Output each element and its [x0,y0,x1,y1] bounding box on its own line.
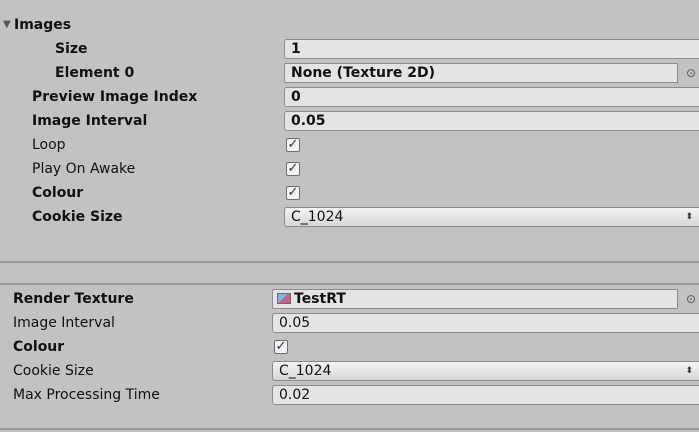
size-field[interactable]: 1 [284,39,699,59]
preview-index-label: Preview Image Index [32,89,198,105]
cookie-size-dropdown[interactable]: C_1024 ⬍ [284,207,699,227]
max-processing-label: Max Processing Time [13,387,160,403]
image-interval-label: Image Interval [32,113,148,129]
colour-label: Colour [32,185,84,201]
cookie-size-row: Cookie Size C_1024 ⬍ [0,205,699,229]
image-interval-row: Image Interval 0.05 [0,109,699,133]
loop-row: Loop ✓ [0,133,699,157]
loop-label: Loop [32,137,66,153]
inspector-panel-images: ▼ Images Size 1 Element 0 None (Texture … [0,13,699,263]
play-on-awake-label: Play On Awake [32,161,136,177]
up-down-arrows-icon: ⬍ [685,366,693,376]
colour-checkbox[interactable]: ✓ [286,186,300,200]
checkmark-icon: ✓ [275,339,287,354]
image-interval-field[interactable]: 0.05 [284,111,699,131]
colour-row-2: Colour ✓ [0,335,699,359]
object-picker-icon[interactable]: ⊙ [683,65,699,81]
cookie-size-dropdown-2[interactable]: C_1024 ⬍ [272,361,699,381]
preview-index-field[interactable]: 0 [284,87,699,107]
image-interval-row-2: Image Interval 0.05 [0,311,699,335]
images-foldout-row[interactable]: ▼ Images [0,13,699,37]
render-texture-label: Render Texture [13,291,134,307]
colour-checkbox-2[interactable]: ✓ [274,340,288,354]
inspector-panel-render: Render Texture TestRT ⊙ Image Interval 0… [0,283,699,432]
images-header[interactable]: Images [14,13,71,37]
size-label: Size [55,41,88,57]
colour-label-2: Colour [13,339,65,355]
checkmark-icon: ✓ [287,161,299,176]
max-processing-row: Max Processing Time 0.02 [0,383,699,407]
element0-label: Element 0 [55,65,135,81]
max-processing-field[interactable]: 0.02 [272,385,699,405]
render-texture-object-field[interactable]: TestRT [272,289,678,309]
render-texture-value: TestRT [294,291,346,307]
colour-row: Colour ✓ [0,181,699,205]
cookie-size-value-2: C_1024 [279,363,332,379]
triangle-down-icon[interactable]: ▼ [3,13,11,37]
loop-checkbox[interactable]: ✓ [286,138,300,152]
image-interval-label-2: Image Interval [13,315,115,331]
render-texture-row: Render Texture TestRT ⊙ [0,287,699,311]
object-picker-icon[interactable]: ⊙ [683,291,699,307]
render-texture-icon [277,293,291,304]
play-on-awake-row: Play On Awake ✓ [0,157,699,181]
element0-row: Element 0 None (Texture 2D) ⊙ [0,61,699,85]
cookie-size-label-2: Cookie Size [13,363,94,379]
play-on-awake-checkbox[interactable]: ✓ [286,162,300,176]
size-row: Size 1 [0,37,699,61]
checkmark-icon: ✓ [287,137,299,152]
element0-object-field[interactable]: None (Texture 2D) [284,63,678,83]
preview-index-row: Preview Image Index 0 [0,85,699,109]
cookie-size-label: Cookie Size [32,209,123,225]
up-down-arrows-icon: ⬍ [685,212,693,222]
checkmark-icon: ✓ [287,185,299,200]
cookie-size-row-2: Cookie Size C_1024 ⬍ [0,359,699,383]
cookie-size-value: C_1024 [291,209,344,225]
image-interval-field-2[interactable]: 0.05 [272,313,699,333]
panel-separator [0,263,699,283]
